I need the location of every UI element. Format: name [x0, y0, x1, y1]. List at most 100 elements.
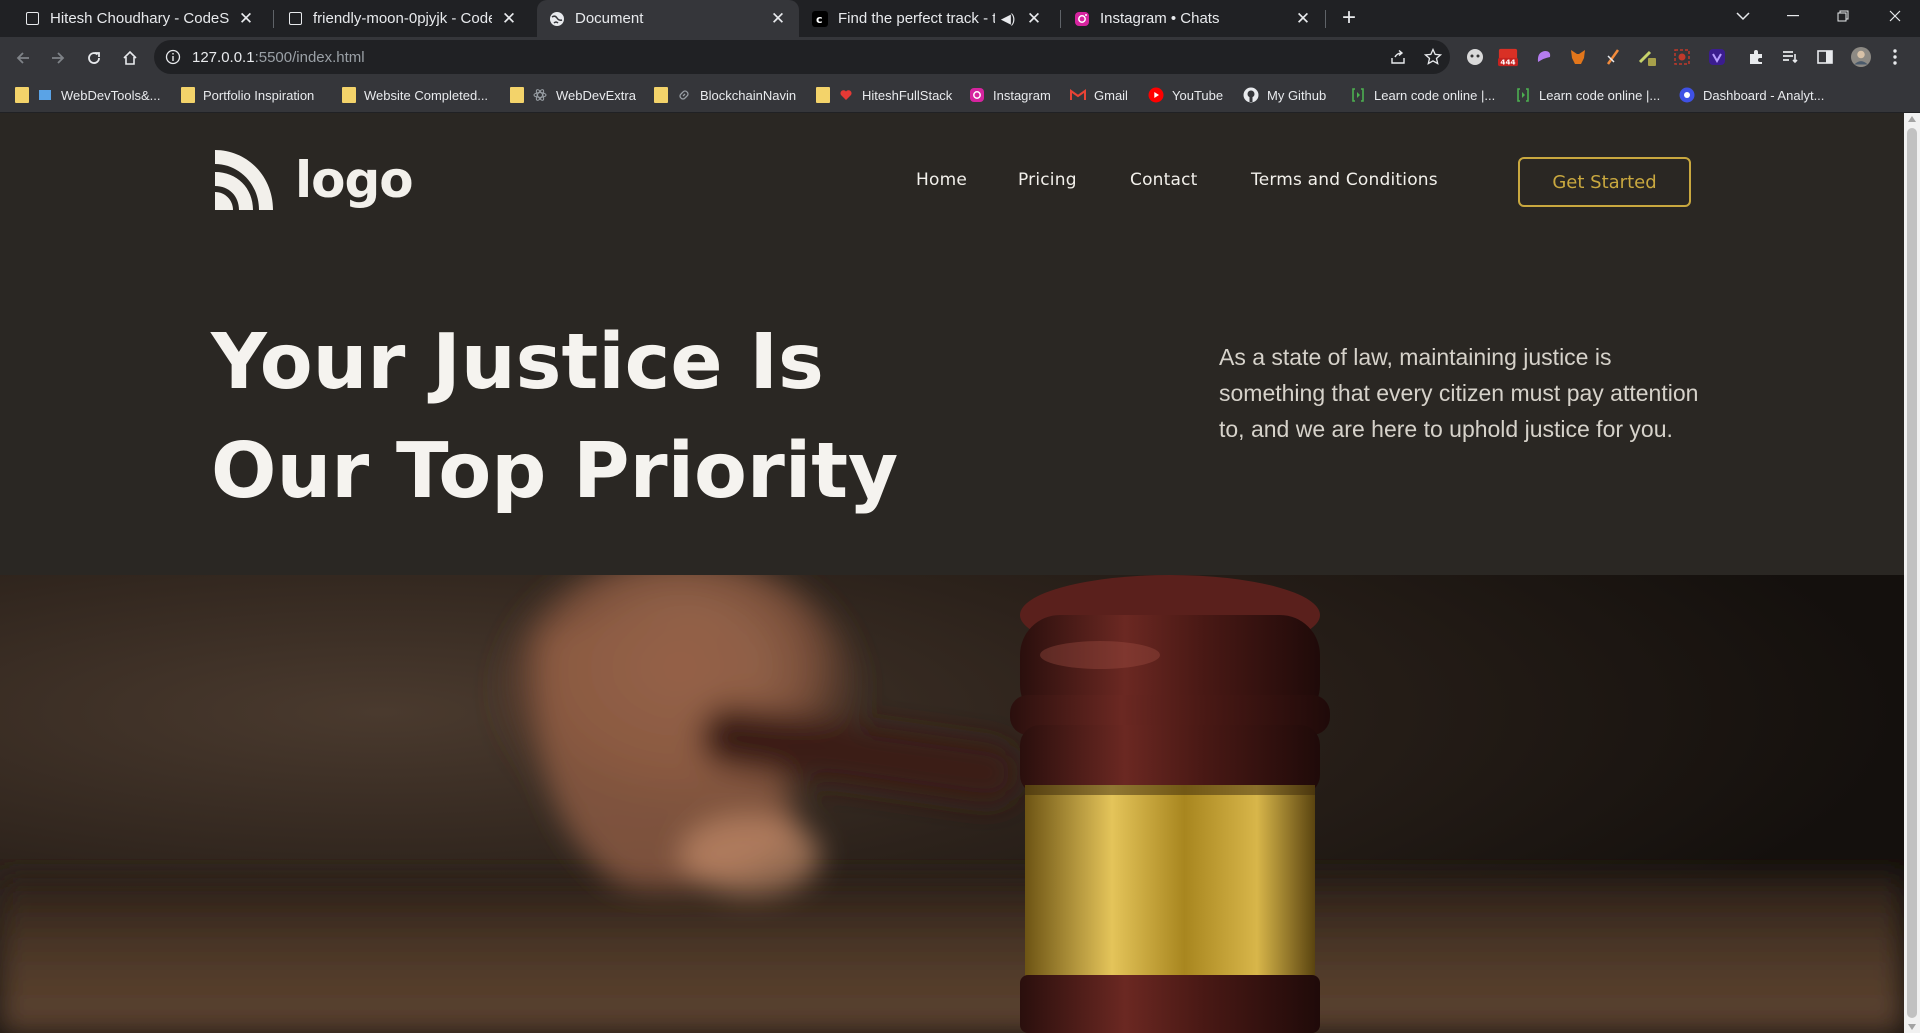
bookmark-label: WebDevTools&... [61, 87, 161, 103]
tab-search-icon[interactable] [1720, 0, 1766, 32]
codesandbox-icon [287, 11, 303, 27]
folder-icon [15, 87, 29, 103]
extension-pencil-icon[interactable] [1637, 47, 1657, 67]
bookmark-label: Learn code online |... [1374, 87, 1496, 103]
bookmark-folder[interactable]: Website Completed... [342, 85, 488, 105]
bookmark-label: YouTube [1172, 87, 1224, 103]
bookmark-label: WebDevExtra [556, 87, 636, 103]
bookmark-folder[interactable]: BlockchainNavin [654, 85, 796, 105]
folder-icon [181, 87, 195, 103]
github-icon [1243, 87, 1259, 103]
globe-icon [549, 11, 565, 27]
folder-icon [816, 87, 830, 103]
extension-metamask-icon[interactable] [1568, 47, 1588, 67]
puzzle-extensions-icon[interactable] [1746, 47, 1766, 67]
close-icon[interactable]: ✕ [1294, 9, 1312, 28]
back-icon[interactable] [9, 44, 37, 72]
hero-headline: Your Justice Is Our Top Priority [211, 308, 898, 526]
hero-description: As a state of law, maintaining justice i… [1219, 344, 1699, 442]
bookmark-learncode[interactable]: Learn code online |... [1350, 85, 1495, 105]
browser-menu-icon[interactable] [1885, 47, 1905, 67]
nav-home[interactable]: Home [916, 170, 967, 190]
site-logo[interactable]: logo [211, 148, 414, 212]
analytics-icon [1679, 87, 1695, 103]
close-icon[interactable]: ✕ [1025, 9, 1043, 28]
restore-icon[interactable] [1820, 0, 1866, 32]
tab-title: friendly-moon-0pjyjk - CodeSandbox [313, 10, 492, 27]
close-icon[interactable]: ✕ [500, 9, 518, 28]
extension-gmail-counter-icon[interactable]: 444 [1498, 47, 1518, 67]
bookmark-label: Portfolio Inspiration [203, 87, 315, 103]
bookmark-folder[interactable]: Portfolio Inspiration [181, 85, 314, 105]
bookmark-folder[interactable]: WebDevTools&... [15, 85, 160, 105]
media-queue-icon[interactable] [1780, 47, 1800, 67]
bookmark-instagram[interactable]: Instagram [969, 85, 1051, 105]
judge-gavel-photo [0, 575, 1904, 1033]
tab-music[interactable]: c Find the perfect track - try 30 ◀) ✕ [800, 0, 1055, 37]
get-started-button[interactable]: Get Started [1518, 157, 1691, 207]
close-window-icon[interactable] [1872, 0, 1918, 32]
extension-cat-icon[interactable] [1465, 47, 1485, 67]
browser-toolbar: 127.0.0.1:5500/index.html 444 [0, 37, 1920, 78]
tab-codesandbox-profile[interactable]: Hitesh Choudhary - CodeSandbox ✕ [12, 0, 267, 37]
svg-text:c: c [816, 13, 823, 26]
codesandbox-icon [24, 11, 40, 27]
page-scrollbar[interactable] [1904, 113, 1920, 1033]
share-icon[interactable] [1389, 48, 1407, 66]
extension-color-icon[interactable] [1534, 47, 1554, 67]
close-icon[interactable]: ✕ [769, 9, 787, 28]
speaker-icon[interactable]: ◀) [999, 10, 1017, 28]
music-app-icon: c [812, 10, 828, 27]
headline-line-1: Your Justice Is [211, 318, 824, 407]
bookmark-gmail[interactable]: Gmail [1070, 85, 1128, 105]
minimize-icon[interactable] [1770, 0, 1816, 32]
tab-title: Find the perfect track - try 30 [838, 10, 995, 27]
bookmark-label: HiteshFullStack [862, 87, 953, 103]
tab-instagram[interactable]: Instagram • Chats ✕ [1062, 0, 1324, 37]
forward-icon[interactable] [44, 44, 72, 72]
instagram-icon [1074, 11, 1090, 27]
extension-reader-icon[interactable] [1603, 47, 1623, 67]
nav-contact[interactable]: Contact [1130, 170, 1198, 190]
blue-tool-icon [37, 87, 53, 103]
nav-terms[interactable]: Terms and Conditions [1251, 170, 1438, 190]
bookmark-github[interactable]: My Github [1243, 85, 1326, 105]
site-info-icon[interactable] [165, 49, 181, 70]
link-icon [676, 87, 692, 103]
bookmark-label: Instagram [993, 87, 1051, 103]
learncode-icon [1350, 87, 1366, 103]
scroll-up-icon[interactable] [1908, 116, 1916, 122]
tab-document[interactable]: Document ✕ [537, 0, 799, 37]
bookmark-label: Learn code online |... [1539, 87, 1661, 103]
extension-screen-recorder-icon[interactable] [1672, 47, 1692, 67]
folder-icon [654, 87, 668, 103]
bookmark-learncode[interactable]: Learn code online |... [1515, 85, 1660, 105]
youtube-icon [1148, 87, 1164, 103]
bookmark-folder[interactable]: WebDevExtra [510, 85, 636, 105]
tab-title: Instagram • Chats [1100, 10, 1220, 27]
home-icon[interactable] [116, 44, 144, 72]
side-panel-icon[interactable] [1815, 47, 1835, 67]
bookmark-analytics[interactable]: Dashboard - Analyt... [1679, 85, 1824, 105]
headline-line-2: Our Top Priority [211, 427, 899, 516]
bookmarks-bar: WebDevTools&... Portfolio Inspiration We… [0, 78, 1920, 113]
bookmark-folder[interactable]: HiteshFullStack [816, 85, 952, 105]
heart-icon [838, 87, 854, 103]
scroll-down-icon[interactable] [1908, 1024, 1916, 1030]
svg-text:444: 444 [1500, 58, 1515, 67]
bookmark-star-icon[interactable] [1424, 48, 1442, 66]
close-icon[interactable]: ✕ [237, 9, 255, 28]
scrollbar-thumb[interactable] [1907, 128, 1917, 1018]
bookmark-youtube[interactable]: YouTube [1148, 85, 1223, 105]
reload-icon[interactable] [80, 44, 108, 72]
tab-title: Document [575, 10, 644, 27]
tab-codesandbox-project[interactable]: friendly-moon-0pjyjk - CodeSandbox ✕ [275, 0, 530, 37]
new-tab-icon[interactable]: + [1335, 4, 1363, 32]
extension-vpn-icon[interactable] [1707, 47, 1727, 67]
learncode-icon [1515, 87, 1531, 103]
profile-avatar[interactable] [1851, 47, 1871, 67]
address-bar[interactable]: 127.0.0.1:5500/index.html [154, 40, 1450, 74]
folder-icon [342, 87, 356, 103]
nav-pricing[interactable]: Pricing [1018, 170, 1077, 190]
react-icon [532, 87, 548, 103]
